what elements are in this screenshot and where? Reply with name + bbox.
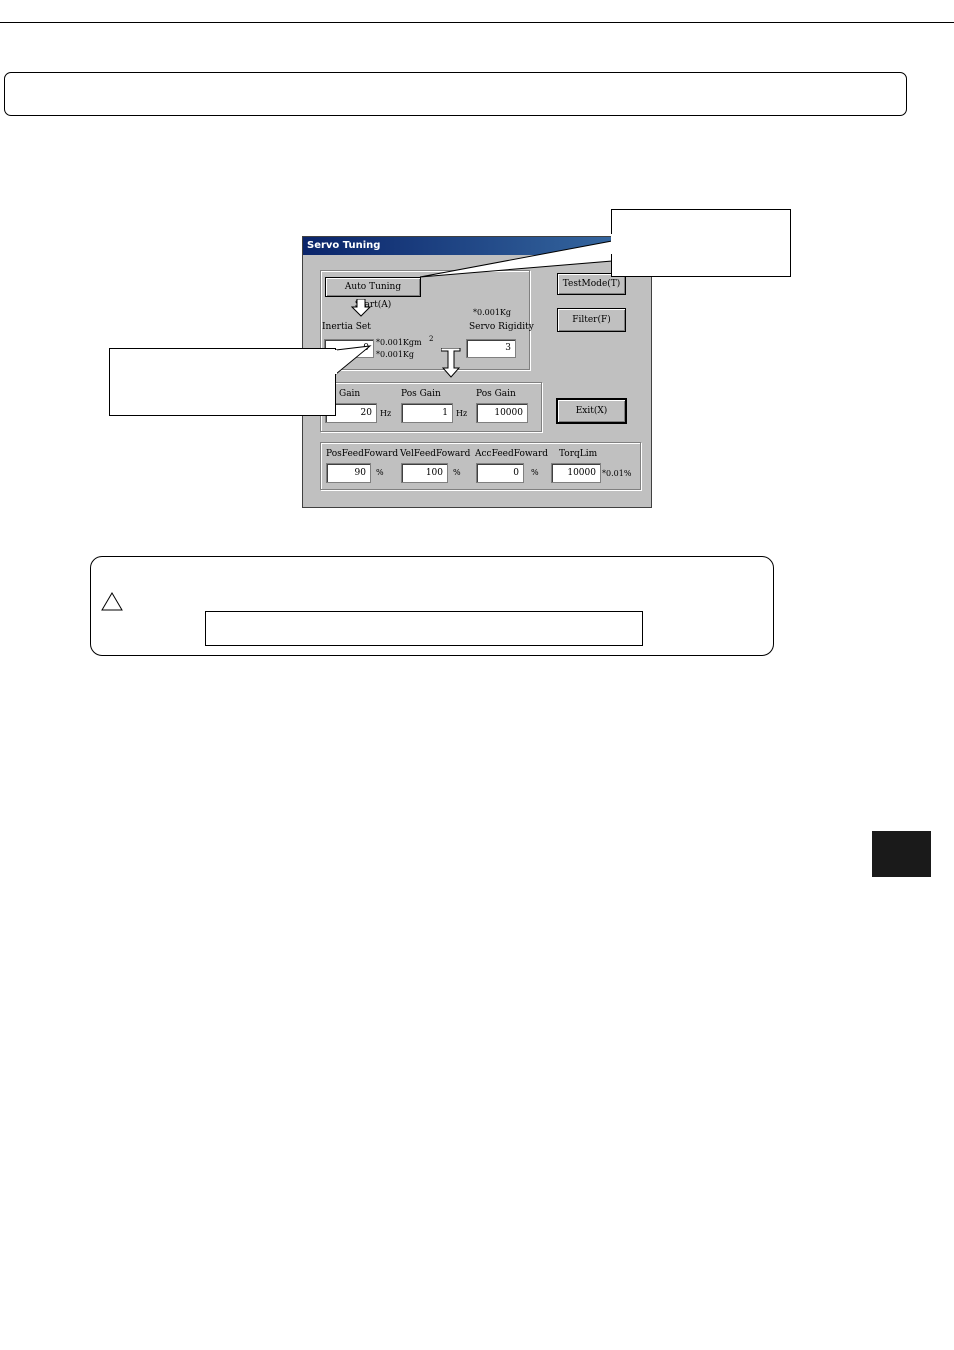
servo-rigidity-field[interactable]: 3 xyxy=(466,339,516,358)
callout-pointer-cover xyxy=(330,350,337,374)
pos-feed-forward-label: PosFeedFoward xyxy=(326,449,399,459)
vel-feed-forward-unit: % xyxy=(453,468,461,477)
pos-feed-forward-unit: % xyxy=(376,468,384,477)
servo-rigidity-label: Servo Rigidity xyxy=(469,322,534,332)
pos-gain-label: Pos Gain xyxy=(401,389,441,399)
exit-button[interactable]: Exit(X) xyxy=(557,399,626,423)
vel-feed-forward-label: VelFeedFoward xyxy=(400,449,471,459)
acc-feed-forward-unit: % xyxy=(531,468,539,477)
caution-inner-box xyxy=(205,611,643,646)
header-rule xyxy=(0,22,954,23)
inertia-unit: *0.001Kgm xyxy=(376,338,422,347)
section-header-box xyxy=(4,72,907,116)
torque-limit-field[interactable]: 10000 xyxy=(551,463,601,483)
pos-gain-field[interactable]: 1 xyxy=(401,403,453,423)
torque-limit-label: TorqLim xyxy=(559,449,598,459)
callout-box-right xyxy=(611,209,791,277)
gain-unit: Hz xyxy=(380,409,392,418)
torque-limit-unit: *0.01% xyxy=(602,469,632,478)
inertia-unit-superscript: 2 xyxy=(429,335,434,343)
callout-pointer-cover xyxy=(611,234,619,254)
inertia-unit-alt: *0.001Kg xyxy=(376,350,414,359)
chapter-tab xyxy=(872,831,931,877)
acc-feed-forward-field[interactable]: 0 xyxy=(476,463,524,483)
vel-feed-forward-field[interactable]: 100 xyxy=(401,463,448,483)
pos-gain-label-2: Pos Gain xyxy=(476,389,516,399)
down-arrow-icon xyxy=(441,348,461,378)
pos-gain-field-2[interactable]: 10000 xyxy=(476,403,528,423)
pos-feed-forward-field[interactable]: 90 xyxy=(326,463,371,483)
acc-feed-forward-label: AccFeedFoward xyxy=(475,449,549,459)
warning-triangle-icon xyxy=(101,592,123,611)
filter-button[interactable]: Filter(F) xyxy=(557,308,626,332)
rigidity-unit: *0.001Kg xyxy=(473,308,511,317)
down-arrow-icon xyxy=(351,299,371,317)
pos-gain-unit: Hz xyxy=(456,409,468,418)
callout-box-left xyxy=(109,348,336,416)
